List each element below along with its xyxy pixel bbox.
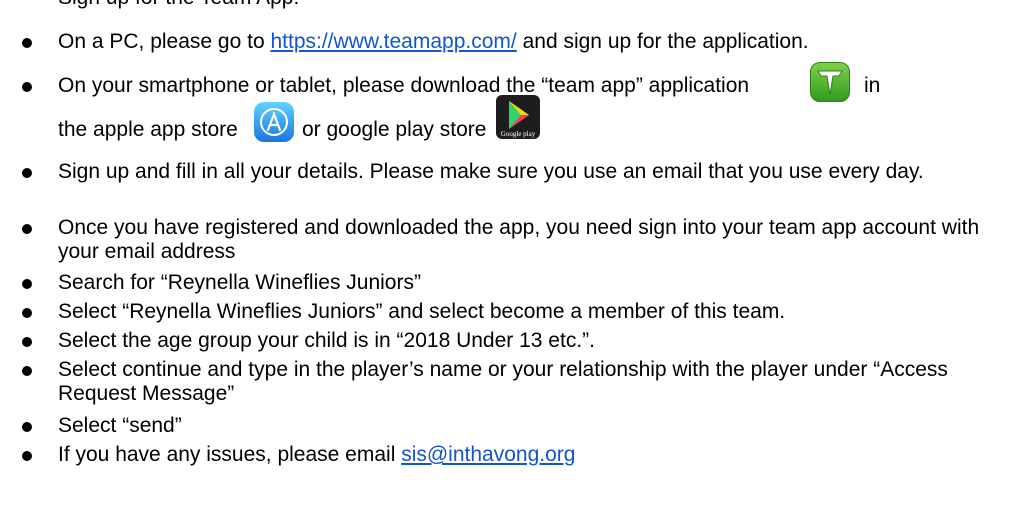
step-text: Search for “Reynella Wineflies Juniors” xyxy=(58,271,421,294)
bullet-icon xyxy=(22,38,32,48)
step-text: If you have any issues, please email xyxy=(58,443,402,466)
google-play-caption: Google play xyxy=(500,130,536,138)
apple-app-store-icon xyxy=(254,102,294,142)
bullet-icon xyxy=(22,308,32,318)
step-text: or google play store xyxy=(302,118,487,141)
bullet-icon xyxy=(22,451,32,461)
step-text: On a PC, please go to xyxy=(58,30,271,53)
teamapp-website-link[interactable]: https://www.teamapp.com/ xyxy=(270,30,516,53)
bullet-icon xyxy=(22,337,32,347)
bullet-icon xyxy=(22,224,32,234)
team-app-icon xyxy=(810,62,850,102)
step-text: the apple app store xyxy=(58,118,238,141)
step-text: and sign up for the application. xyxy=(516,30,809,53)
step-text: in xyxy=(864,74,881,97)
step-text: Select “Reynella Wineflies Juniors” and … xyxy=(58,300,786,323)
bullet-icon xyxy=(22,82,32,92)
step-text: Sign up and fill in all your details. Pl… xyxy=(58,160,924,183)
list-item-text: If you have any issues, please email sis… xyxy=(58,443,1018,467)
list-item-text: On a PC, please go to https://www.teamap… xyxy=(58,30,1018,54)
partial-heading-text: Sign up for the Team App: xyxy=(58,0,299,10)
bullet-icon xyxy=(22,422,32,432)
step-text: Select “send” xyxy=(58,414,182,437)
bullet-icon xyxy=(22,366,32,376)
bullet-icon xyxy=(22,279,32,289)
support-email-link[interactable]: sis@inthavong.org xyxy=(401,443,575,466)
google-play-store-icon: Google play xyxy=(496,95,540,139)
step-text: Select the age group your child is in “2… xyxy=(58,329,595,352)
step-text: Select continue and type in the player’s… xyxy=(58,358,948,405)
instructions-document: Sign up for the Team App: On a PC, pleas… xyxy=(0,0,1030,520)
step-text: Once you have registered and downloaded … xyxy=(58,216,980,263)
bullet-icon xyxy=(22,168,32,178)
